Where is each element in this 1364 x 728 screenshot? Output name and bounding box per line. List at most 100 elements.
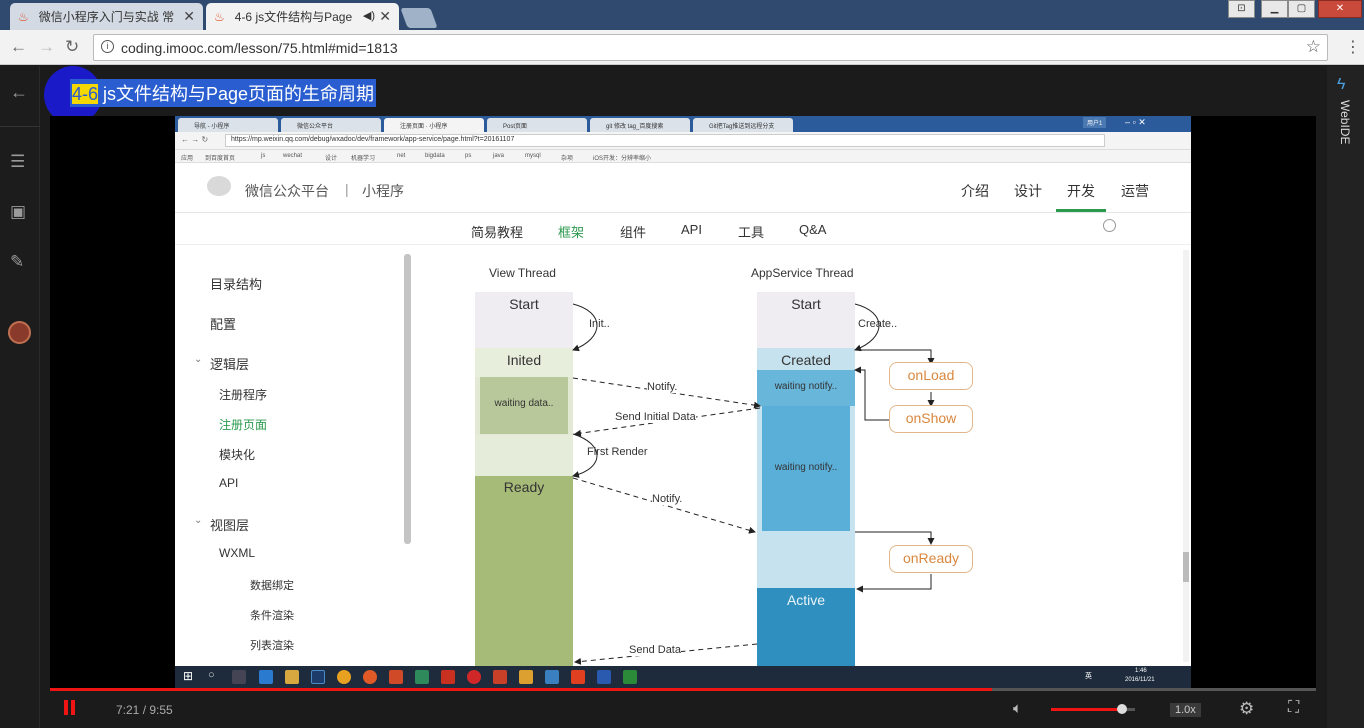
wx-sub-nav: 简易教程 框架 组件 API 工具 Q&A	[175, 213, 1191, 245]
tab-label: 4-6 js文件结构与Page	[234, 10, 353, 24]
sub-nav-item: 简易教程	[471, 225, 524, 240]
windows-taskbar: ⊞ ○ 英 1:46 2016/11/21	[175, 666, 1191, 688]
maximize-button[interactable]: ▢	[1288, 0, 1315, 18]
onshow-box: onShow	[889, 405, 973, 433]
address-bar[interactable]: i coding.imooc.com/lesson/75.html#mid=18…	[93, 34, 1328, 61]
wx-product: 小程序	[362, 183, 404, 199]
notify-label-1: Notify.	[647, 381, 678, 393]
search-icon	[1103, 219, 1116, 232]
inner-url: https://mp.weixin.qq.com/debug/wxadoc/de…	[231, 136, 515, 143]
view-ready-block	[475, 476, 573, 666]
webide-icon: ϟ	[1337, 76, 1346, 93]
volume-knob[interactable]	[1117, 704, 1128, 714]
onload-box: onLoad	[889, 362, 973, 390]
wx-nav-item: 设计	[1014, 183, 1042, 199]
view-start-text: Start	[509, 296, 539, 312]
wx-nav-item-active: 开发	[1067, 183, 1095, 199]
menu-icon[interactable]: ⋮	[1345, 37, 1361, 57]
back-arrow-icon[interactable]: ←	[10, 82, 28, 103]
app-created-text: Created	[781, 352, 831, 368]
bookmark: js	[261, 153, 266, 159]
webide-panel-tab[interactable]: ϟ WebIDE	[1327, 66, 1364, 728]
sub-nav-item: API	[681, 222, 702, 237]
doc-side-menu: 目录结构 配置 ⌄ 逻辑层 注册程序 注册页面 模块化 API ⌄ 视图层 WX…	[175, 246, 413, 666]
menu-item: 视图层	[210, 518, 250, 533]
menu-item: 列表渲染	[250, 640, 294, 652]
sub-nav-item-active: 框架	[558, 225, 585, 240]
settings-gear-icon[interactable]: ⚙	[1239, 699, 1254, 719]
minimize-button[interactable]: ▁	[1261, 0, 1288, 18]
clock-time: 1:46	[1135, 668, 1147, 674]
bookmark: java	[493, 153, 505, 159]
browser-tab-active[interactable]: ♨ 4-6 js文件结构与Page ◀) ✕	[206, 3, 399, 30]
info-icon[interactable]: i	[101, 40, 114, 53]
inner-nav-icons: ← → ↻	[181, 135, 209, 144]
browser-toolbar: ← → ↻ i coding.imooc.com/lesson/75.html#…	[0, 30, 1364, 65]
question-icon[interactable]: ▣	[10, 202, 26, 222]
bookmark: wechat	[283, 153, 303, 159]
chapter-list-icon[interactable]: ☰	[10, 152, 25, 172]
notify-label-2: Notify.	[652, 493, 683, 505]
bookmark: mysql	[525, 153, 541, 159]
init-label: Init..	[589, 318, 610, 330]
bookmark: ps	[465, 153, 472, 159]
user-profile-button[interactable]: ⊡	[1228, 0, 1255, 18]
reload-icon[interactable]: ↻	[65, 37, 79, 57]
send-data-label: Send Data	[629, 644, 681, 656]
menu-scrollbar	[404, 254, 411, 544]
menu-item: 目录结构	[210, 277, 263, 292]
menu-item: WXML	[219, 546, 255, 560]
lesson-number: 4-6	[72, 84, 99, 104]
chevron-down-icon: ⌄	[194, 515, 203, 526]
wx-header: 微信公众平台 | 小程序 介绍 设计 开发 运营	[175, 163, 1191, 213]
menu-item: 配置	[210, 317, 237, 332]
app-active-text: Active	[786, 592, 826, 608]
close-tab-icon[interactable]: ✕	[183, 8, 195, 25]
lesson-title-text: js文件结构与Page页面的生命周期	[98, 84, 375, 104]
wx-nav-item: 介绍	[961, 183, 989, 199]
player-controls: 7:21 / 9:55 🔈︎ 1.0x ⚙ ⛶	[50, 691, 1316, 728]
forward-icon[interactable]: →	[38, 37, 55, 57]
back-icon[interactable]: ←	[10, 37, 27, 57]
new-tab-button[interactable]	[400, 8, 438, 28]
pause-icon[interactable]	[62, 700, 76, 716]
chevron-down-icon: ⌄	[194, 354, 203, 365]
volume-icon[interactable]: 🔈︎	[1013, 700, 1022, 717]
fullscreen-icon[interactable]: ⛶	[1288, 699, 1299, 717]
tab-label: 微信小程序入门与实战 常	[38, 10, 175, 24]
sub-nav-item: 工具	[738, 225, 765, 240]
menu-item: 数据绑定	[250, 580, 294, 592]
avatar[interactable]	[8, 321, 31, 344]
volume-slider[interactable]	[1051, 704, 1135, 714]
wx-brand: 微信公众平台	[245, 183, 329, 199]
menu-item: 条件渲染	[250, 610, 294, 622]
inner-tab: git 修改 tag_百度搜索	[590, 118, 690, 132]
inner-bookmarks-bar: 应用 到百度首页 js wechat 设计 机器学习 net bigdata p…	[175, 150, 1191, 163]
close-window-button[interactable]: ✕	[1318, 0, 1362, 18]
view-inited-text: Inited	[506, 352, 542, 368]
webide-label: WebIDE	[1338, 100, 1352, 145]
bookmark: iOS开发：分辨率缩小	[593, 156, 652, 162]
playback-speed-button[interactable]: 1.0x	[1170, 703, 1201, 717]
bookmark: 机器学习	[351, 156, 376, 162]
view-waiting-text: waiting data..	[494, 398, 554, 409]
notify-arrow-2	[572, 477, 756, 534]
audio-playing-icon[interactable]: ◀)	[363, 9, 375, 22]
note-pencil-icon[interactable]: ✎	[10, 252, 24, 272]
send-initial-data-label: Send Initial Data	[615, 411, 696, 423]
app-thread-label: AppService Thread	[751, 266, 854, 280]
bookmark-star-icon[interactable]: ☆	[1306, 37, 1321, 57]
sub-nav-item: 组件	[620, 225, 647, 240]
inner-tab: Post页面	[487, 118, 587, 132]
inner-window-controls: – ▫ ✕	[1125, 117, 1146, 127]
close-tab-icon[interactable]: ✕	[379, 8, 391, 25]
wechat-logo-icon	[207, 176, 231, 196]
sub-nav-item: Q&A	[799, 222, 827, 237]
imooc-flame-icon: ♨	[214, 9, 225, 24]
volume-fill	[1051, 708, 1123, 711]
app-waiting-text-2: waiting notify..	[774, 462, 838, 473]
bookmark: net	[397, 153, 406, 159]
browser-tab[interactable]: ♨ 微信小程序入门与实战 常 ✕	[10, 3, 203, 30]
bookmark: bigdata	[425, 153, 445, 159]
bookmark: 杂项	[561, 156, 574, 162]
